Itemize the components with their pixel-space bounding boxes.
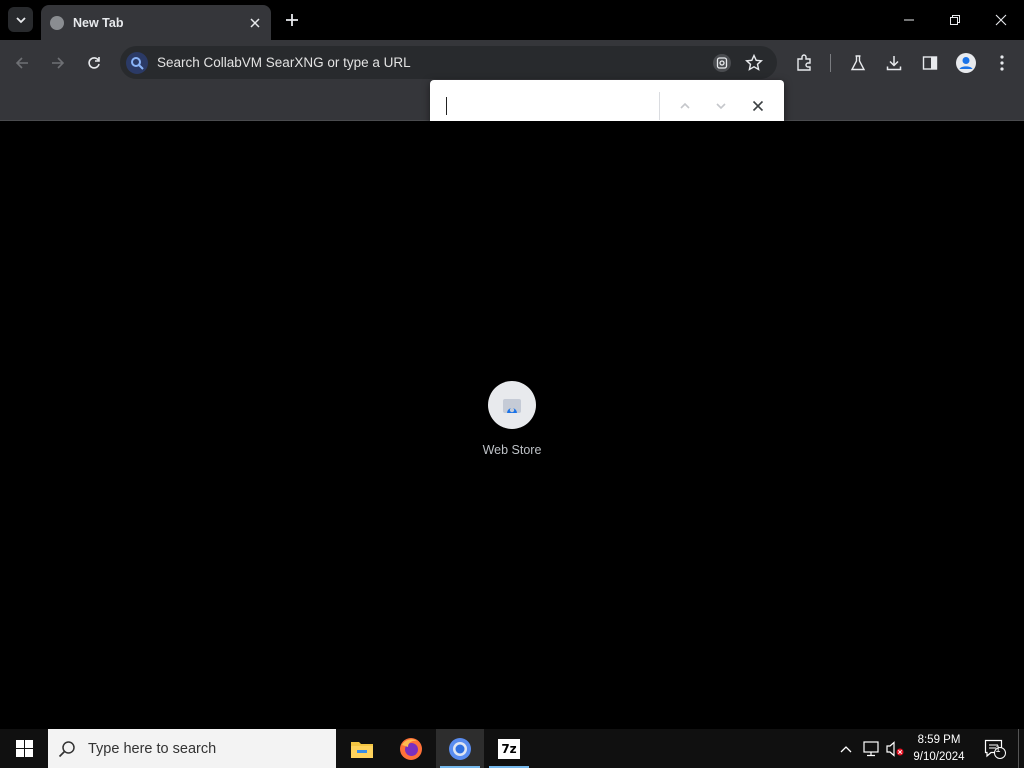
- close-icon: [752, 100, 764, 112]
- arrow-right-icon: [52, 57, 65, 69]
- find-input[interactable]: [440, 92, 650, 120]
- taskbar: Type here to search 7z 8:59 PM 9/10/2024…: [0, 729, 1024, 768]
- folder-icon: [351, 741, 373, 758]
- bookmark-star-button[interactable]: [742, 51, 766, 75]
- back-button[interactable]: [8, 49, 36, 77]
- address-bar[interactable]: Search CollabVM SearXNG or type a URL: [120, 46, 777, 79]
- taskbar-7zip[interactable]: 7z: [485, 729, 533, 768]
- side-panel-icon: [922, 56, 938, 70]
- new-tab-page: Web Store: [0, 121, 1024, 729]
- extensions-button[interactable]: [790, 49, 818, 77]
- chevron-down-icon: [716, 103, 726, 110]
- search-engine-icon: [126, 51, 148, 74]
- tab-search-button[interactable]: [8, 7, 33, 32]
- minimize-button[interactable]: [886, 0, 932, 40]
- taskbar-search[interactable]: Type here to search: [48, 729, 336, 768]
- taskbar-clock[interactable]: 8:59 PM 9/10/2024: [905, 732, 973, 766]
- search-icon: [58, 740, 75, 757]
- web-store-icon: [503, 399, 521, 413]
- shortcut-label: Web Store: [482, 443, 542, 457]
- taskbar-firefox[interactable]: [387, 729, 435, 768]
- downloads-button[interactable]: [880, 49, 908, 77]
- shortcut-web-store[interactable]: Web Store: [472, 381, 552, 457]
- arrow-left-icon: [15, 57, 28, 69]
- start-button[interactable]: [0, 729, 48, 768]
- taskbar-search-placeholder: Type here to search: [88, 740, 217, 757]
- restore-button[interactable]: [932, 0, 978, 40]
- 7zip-label: 7z: [501, 741, 517, 756]
- more-vert-icon: [1000, 55, 1004, 71]
- tray-volume[interactable]: [884, 729, 906, 768]
- globe-icon: [50, 15, 64, 30]
- tray-network[interactable]: [860, 729, 882, 768]
- avatar-icon: [956, 53, 976, 73]
- chrome-icon: [449, 737, 471, 760]
- toolbar-divider: [830, 54, 831, 72]
- puzzle-icon: [797, 54, 811, 71]
- chevron-down-icon: [15, 16, 26, 23]
- clock-time: 8:59 PM: [917, 734, 961, 746]
- address-bar-placeholder: Search CollabVM SearXNG or type a URL: [157, 55, 411, 70]
- new-tab-button[interactable]: [280, 8, 304, 32]
- tab-strip: New Tab: [0, 0, 1024, 40]
- tray-overflow-button[interactable]: [836, 729, 856, 768]
- find-next-button[interactable]: [709, 94, 733, 118]
- browser-toolbar: Search CollabVM SearXNG or type a URL: [0, 40, 1024, 85]
- window-close-button[interactable]: [978, 0, 1024, 40]
- find-close-button[interactable]: [746, 94, 770, 118]
- lens-icon: [713, 54, 731, 72]
- close-icon: [995, 14, 1007, 26]
- tab-title: New Tab: [73, 15, 124, 30]
- find-bar-separator: [659, 92, 660, 120]
- labs-button[interactable]: [844, 49, 872, 77]
- reload-button[interactable]: [80, 49, 108, 77]
- profile-button[interactable]: [952, 49, 980, 77]
- menu-button[interactable]: [988, 49, 1016, 77]
- chevron-up-icon: [680, 102, 690, 109]
- taskbar-file-explorer[interactable]: [338, 729, 386, 768]
- 7zip-icon: 7z: [498, 738, 520, 759]
- tab-close-button[interactable]: [245, 13, 265, 33]
- chevron-up-icon: [840, 745, 852, 752]
- plus-icon: [286, 14, 298, 26]
- windows-icon: [15, 740, 33, 757]
- forward-button[interactable]: [44, 49, 72, 77]
- flask-icon: [850, 55, 866, 71]
- find-previous-button[interactable]: [673, 94, 697, 118]
- action-center-button[interactable]: 1: [980, 729, 1010, 768]
- minimize-icon: [904, 19, 914, 21]
- volume-muted-icon: [886, 740, 904, 757]
- restore-icon: [950, 15, 960, 25]
- shortcut-tile: [488, 381, 536, 429]
- side-panel-button[interactable]: [916, 49, 944, 77]
- clock-date: 9/10/2024: [913, 751, 965, 763]
- network-icon: [863, 740, 879, 756]
- star-icon: [745, 54, 763, 71]
- download-icon: [886, 56, 902, 71]
- close-icon: [250, 17, 260, 28]
- notification-count: 1: [995, 744, 1001, 754]
- tab-new-tab[interactable]: New Tab: [41, 5, 271, 40]
- text-caret: [446, 97, 447, 115]
- show-desktop-button[interactable]: [1018, 729, 1024, 768]
- reload-icon: [88, 57, 100, 69]
- taskbar-chrome[interactable]: [436, 729, 484, 768]
- firefox-icon: [400, 737, 422, 760]
- lens-button[interactable]: [710, 51, 734, 75]
